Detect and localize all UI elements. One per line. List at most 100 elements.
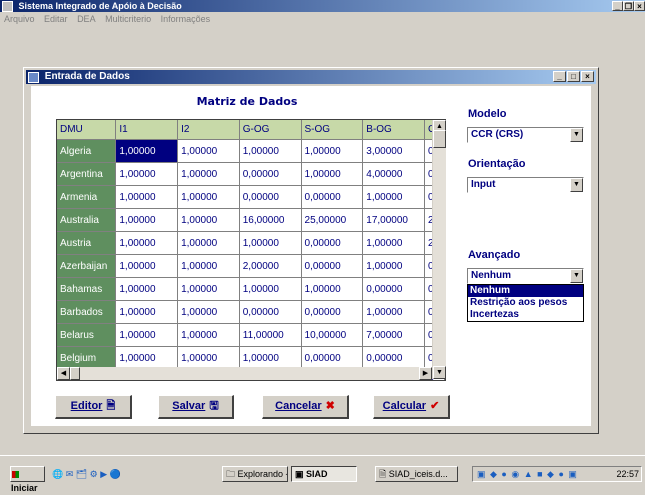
- cancel-button[interactable]: Cancelar ✖: [262, 395, 349, 419]
- grid-cell[interactable]: 11,00000: [239, 323, 302, 347]
- chevron-down-icon[interactable]: ▼: [570, 269, 583, 283]
- row-header-dmu[interactable]: Austria: [57, 231, 117, 255]
- grid-cell[interactable]: 1,00000: [177, 254, 240, 278]
- row-header-dmu[interactable]: Bahamas: [57, 277, 117, 301]
- dialog-close-icon[interactable]: ×: [581, 71, 594, 82]
- grid-cell[interactable]: 0,00000: [239, 185, 302, 209]
- data-grid[interactable]: DMUI1I2G-OGS-OGB-OGGAlgeria1,000001,0000…: [56, 119, 446, 381]
- orientacao-select[interactable]: Input ▼: [467, 177, 584, 193]
- grid-cell[interactable]: 1,00000: [115, 254, 179, 278]
- grid-cell[interactable]: 2,00000: [239, 254, 302, 278]
- menu-dea[interactable]: DEA: [77, 14, 96, 24]
- grid-cell[interactable]: 1,00000: [115, 185, 179, 209]
- grid-cell[interactable]: 10,00000: [301, 323, 364, 347]
- grid-cell[interactable]: 1,00000: [239, 231, 302, 255]
- grid-cell[interactable]: 1,00000: [239, 277, 302, 301]
- row-header-dmu[interactable]: Barbados: [57, 300, 117, 324]
- calculate-button[interactable]: Calcular ✔: [373, 395, 450, 419]
- restore-icon[interactable]: ❐: [623, 1, 634, 11]
- vertical-scrollbar[interactable]: ▲ ▼: [432, 120, 446, 379]
- modelo-select[interactable]: CCR (CRS) ▼: [467, 127, 584, 143]
- column-header[interactable]: I1: [115, 120, 179, 140]
- task-siad[interactable]: ▣ SIAD: [291, 466, 357, 482]
- grid-cell-selected[interactable]: 1,00000: [115, 139, 179, 163]
- horizontal-scrollbar[interactable]: ◀ ▶: [57, 367, 432, 380]
- grid-cell[interactable]: 1,00000: [115, 323, 179, 347]
- row-header-dmu[interactable]: Australia: [57, 208, 117, 232]
- grid-cell[interactable]: 1,00000: [115, 300, 179, 324]
- dropdown-option-restricao[interactable]: Restrição aos pesos: [468, 297, 583, 309]
- menu-editar[interactable]: Editar: [44, 14, 68, 24]
- grid-cell[interactable]: 1,00000: [177, 139, 240, 163]
- column-header[interactable]: G-OG: [239, 120, 302, 140]
- grid-cell[interactable]: 1,00000: [115, 231, 179, 255]
- minimize-icon[interactable]: _: [612, 1, 623, 11]
- dialog-maximize-icon[interactable]: □: [567, 71, 580, 82]
- close-icon[interactable]: ×: [634, 1, 645, 11]
- scroll-right-icon[interactable]: ▶: [419, 367, 432, 380]
- grid-cell[interactable]: 4,00000: [362, 162, 426, 186]
- hscroll-thumb[interactable]: [70, 367, 80, 380]
- grid-cell[interactable]: 1,00000: [115, 162, 179, 186]
- scroll-thumb[interactable]: [433, 130, 446, 148]
- grid-cell[interactable]: 25,00000: [301, 208, 364, 232]
- grid-cell[interactable]: 0,00000: [301, 300, 364, 324]
- start-button[interactable]: Iniciar: [10, 466, 45, 493]
- grid-cell[interactable]: 1,00000: [115, 277, 179, 301]
- save-button[interactable]: Salvar 🖫: [158, 395, 234, 419]
- menu-multicriterio[interactable]: Multicriterio: [105, 14, 151, 24]
- tray-icons[interactable]: ▣ ◆ ● ◉ ▲ ■ ◆ ● ▣: [477, 467, 578, 481]
- column-header[interactable]: DMU: [57, 120, 117, 140]
- grid-cell[interactable]: 1,00000: [362, 231, 426, 255]
- grid-cell[interactable]: 7,00000: [362, 323, 426, 347]
- grid-cell[interactable]: 1,00000: [177, 162, 240, 186]
- grid-cell[interactable]: 3,00000: [362, 139, 426, 163]
- avancado-select[interactable]: Nenhum ▼: [467, 268, 584, 284]
- grid-cell[interactable]: 1,00000: [362, 185, 426, 209]
- grid-cell[interactable]: 1,00000: [301, 139, 364, 163]
- grid-cell[interactable]: 0,00000: [239, 162, 302, 186]
- grid-cell[interactable]: 0,00000: [362, 277, 426, 301]
- grid-cell[interactable]: 1,00000: [177, 323, 240, 347]
- grid-cell[interactable]: 0,00000: [239, 300, 302, 324]
- grid-cell[interactable]: 1,00000: [177, 185, 240, 209]
- column-header[interactable]: I2: [177, 120, 240, 140]
- dropdown-option-incertezas[interactable]: Incertezas: [468, 309, 583, 321]
- chevron-down-icon[interactable]: ▼: [570, 128, 583, 142]
- grid-cell[interactable]: 1,00000: [115, 208, 179, 232]
- dropdown-option-nenhum[interactable]: Nenhum: [468, 285, 583, 297]
- dialog-minimize-icon[interactable]: _: [553, 71, 566, 82]
- row-header-dmu[interactable]: Argentina: [57, 162, 117, 186]
- grid-cell[interactable]: 1,00000: [177, 208, 240, 232]
- grid-cell[interactable]: 1,00000: [239, 139, 302, 163]
- dialog-title-bar[interactable]: Entrada de Dados _ □ ×: [26, 70, 596, 84]
- scroll-left-icon[interactable]: ◀: [57, 367, 70, 380]
- grid-cell[interactable]: 1,00000: [362, 254, 426, 278]
- grid-cell[interactable]: 1,00000: [362, 300, 426, 324]
- grid-cell[interactable]: 1,00000: [177, 231, 240, 255]
- word-icon: 🗎: [379, 469, 389, 479]
- row-header-dmu[interactable]: Belarus: [57, 323, 117, 347]
- grid-cell[interactable]: 16,00000: [239, 208, 302, 232]
- quicklaunch-icons[interactable]: 🌐 ✉ 🗂 ⚙ ▶ 🔵: [52, 469, 121, 480]
- editor-button[interactable]: Editor 🗎: [55, 395, 132, 419]
- menu-informacoes[interactable]: Informações: [161, 14, 211, 24]
- grid-cell[interactable]: 0,00000: [301, 185, 364, 209]
- task-siad-doc[interactable]: 🗎 SIAD_iceis.d...: [375, 466, 458, 482]
- grid-cell[interactable]: 1,00000: [177, 300, 240, 324]
- grid-cell[interactable]: 0,00000: [301, 254, 364, 278]
- scroll-down-icon[interactable]: ▼: [433, 366, 446, 379]
- grid-cell[interactable]: 1,00000: [301, 277, 364, 301]
- column-header[interactable]: B-OG: [362, 120, 426, 140]
- row-header-dmu[interactable]: Algeria: [57, 139, 117, 163]
- chevron-down-icon[interactable]: ▼: [570, 178, 583, 192]
- menu-arquivo[interactable]: Arquivo: [4, 14, 35, 24]
- grid-cell[interactable]: 17,00000: [362, 208, 426, 232]
- column-header[interactable]: S-OG: [301, 120, 364, 140]
- row-header-dmu[interactable]: Azerbaijan: [57, 254, 117, 278]
- grid-cell[interactable]: 1,00000: [177, 277, 240, 301]
- grid-cell[interactable]: 1,00000: [301, 162, 364, 186]
- row-header-dmu[interactable]: Armenia: [57, 185, 117, 209]
- grid-cell[interactable]: 0,00000: [301, 231, 364, 255]
- task-explorando[interactable]: 🗀 Explorando -...: [222, 466, 288, 482]
